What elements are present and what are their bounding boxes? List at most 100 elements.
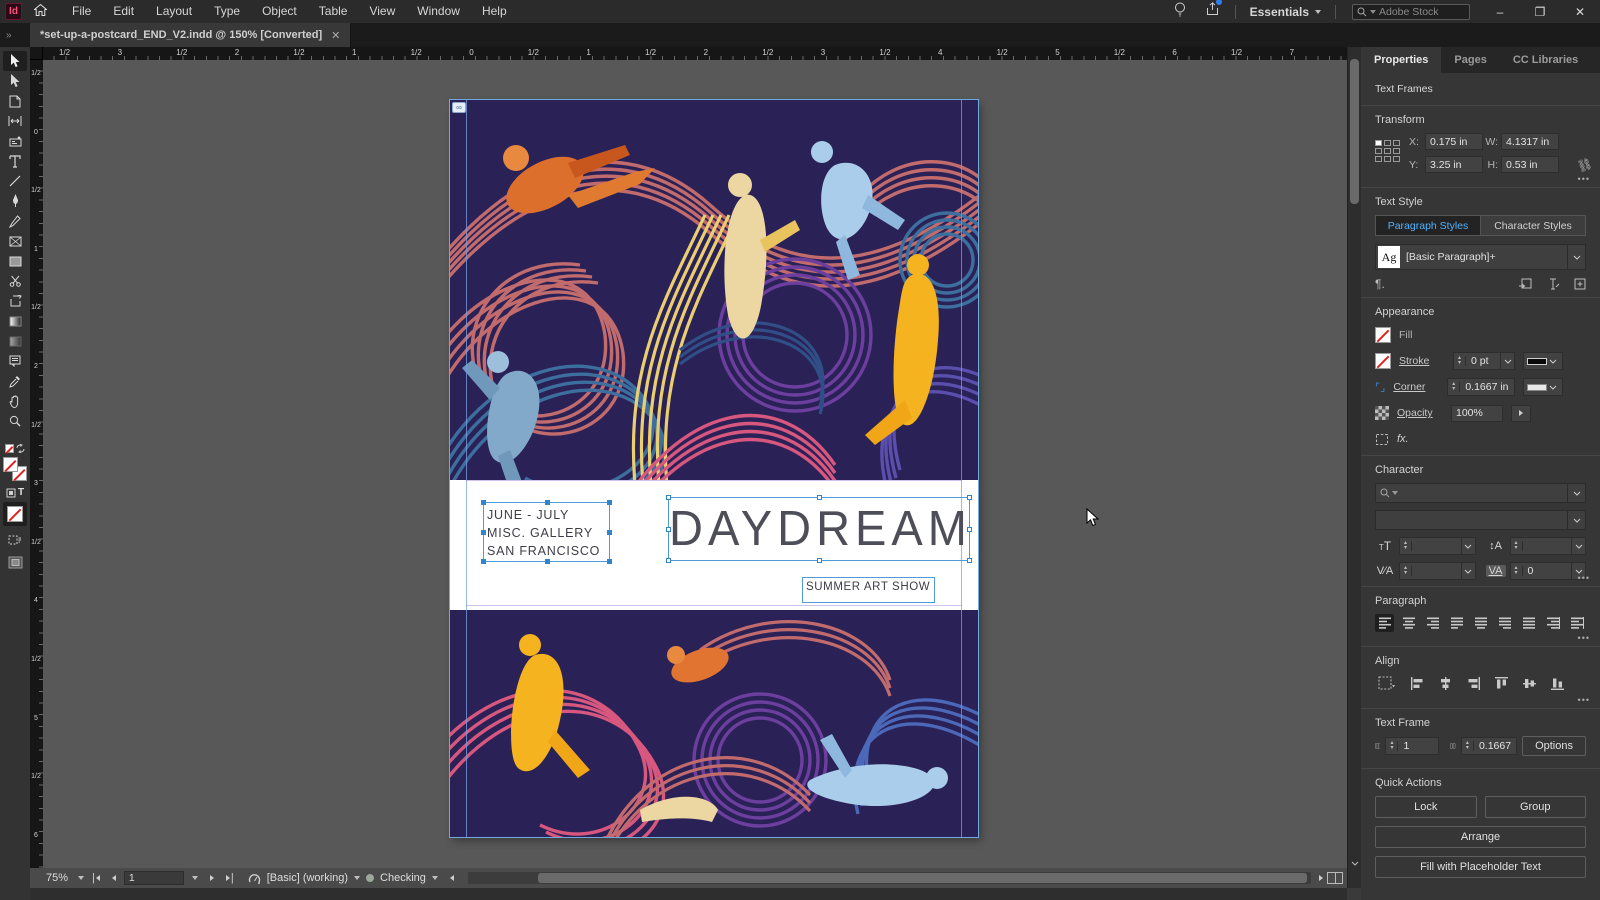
- pen-tool[interactable]: [3, 191, 27, 211]
- paragraph-align-away-spine-button[interactable]: [1567, 614, 1586, 632]
- paragraph-justify-right-button[interactable]: [1495, 614, 1514, 632]
- fill-swatch[interactable]: [3, 457, 18, 472]
- font-family-dropdown[interactable]: [1375, 483, 1586, 503]
- corner-radius-stepper[interactable]: ▴ ▾ 0.1667 in: [1447, 378, 1515, 396]
- selection-handle[interactable]: [607, 559, 612, 564]
- selection-handle[interactable]: [481, 530, 486, 535]
- selection-handle[interactable]: [544, 559, 550, 564]
- menu-item[interactable]: Layout: [145, 0, 203, 23]
- style-override-icon[interactable]: [1546, 278, 1560, 290]
- transform-more-options[interactable]: •••: [1578, 174, 1590, 184]
- h-field[interactable]: 0.53 in: [1501, 156, 1559, 173]
- tab-character-styles[interactable]: Character Styles: [1480, 216, 1585, 235]
- content-collector-tool[interactable]: [3, 131, 27, 151]
- scroll-left-icon[interactable]: [449, 875, 454, 881]
- screen-mode-button[interactable]: [3, 552, 27, 572]
- character-more-options[interactable]: •••: [1578, 573, 1590, 583]
- vertical-ruler[interactable]: 1/201/211/221/231/241/251/261/2: [30, 60, 43, 868]
- tracking-stepper[interactable]: ▴ ▾ 0: [1509, 562, 1586, 580]
- gradient-feather-tool[interactable]: [3, 331, 27, 351]
- align-more-options[interactable]: •••: [1578, 695, 1590, 705]
- last-page-button[interactable]: |: [222, 872, 238, 884]
- menu-item[interactable]: Window: [406, 0, 471, 23]
- postcard-page[interactable]: ∞ JUNE - JULY MISC. GALLERY SAN FRANCISC…: [449, 99, 979, 838]
- lock-button[interactable]: Lock: [1375, 796, 1477, 818]
- redefine-style-icon[interactable]: [1518, 278, 1532, 290]
- font-style-dropdown[interactable]: [1375, 510, 1586, 530]
- fill-color-swatch[interactable]: [1375, 327, 1391, 343]
- bottom-artwork-frame[interactable]: [450, 610, 978, 837]
- vertical-scrollbar[interactable]: [1347, 47, 1361, 888]
- paragraph-justify-left-button[interactable]: [1447, 614, 1466, 632]
- menu-item[interactable]: Table: [308, 0, 359, 23]
- spread-view-icon[interactable]: [1327, 872, 1343, 884]
- align-top-edges-button[interactable]: [1492, 674, 1511, 692]
- selection-handle[interactable]: [544, 500, 550, 505]
- selection-handle[interactable]: [967, 495, 972, 500]
- type-tool[interactable]: [3, 151, 27, 171]
- selection-handle[interactable]: [666, 558, 671, 563]
- arrange-button[interactable]: Arrange: [1375, 826, 1586, 848]
- selection-handle[interactable]: [817, 558, 822, 563]
- reference-point-proxy[interactable]: [1375, 140, 1400, 162]
- rectangle-tool[interactable]: [3, 251, 27, 271]
- tab-paragraph-styles[interactable]: Paragraph Styles: [1376, 216, 1480, 235]
- frame-edges-icon[interactable]: [3, 530, 27, 550]
- first-page-button[interactable]: |: [88, 872, 104, 884]
- menu-item[interactable]: Edit: [102, 0, 145, 23]
- swap-fill-stroke-icon[interactable]: [5, 444, 25, 453]
- top-artwork-frame[interactable]: [450, 100, 978, 480]
- text-frame-options-button[interactable]: Options: [1522, 736, 1586, 756]
- previous-page-button[interactable]: [108, 875, 120, 881]
- learn-lightbulb-icon[interactable]: [1174, 2, 1186, 22]
- panel-tab[interactable]: Properties: [1361, 47, 1442, 73]
- kerning-stepper[interactable]: ▴ ▾: [1399, 562, 1476, 580]
- paragraph-align-toward-spine-button[interactable]: [1543, 614, 1562, 632]
- zoom-tool[interactable]: [3, 411, 27, 431]
- fx-label[interactable]: fx.: [1397, 433, 1409, 445]
- workspace-switcher[interactable]: Essentials: [1242, 5, 1329, 19]
- document-tab[interactable]: *set-up-a-postcard_END_V2.indd @ 150% [C…: [30, 23, 352, 47]
- selection-handle[interactable]: [967, 558, 972, 563]
- horizontal-ruler[interactable]: 1/2 3 1/2 2 1/2 1 1/2 0 1/2 1 1/2 2 1/2 3 1/2 4 1/2 5 1/2 6…: [43, 47, 1347, 60]
- leading-stepper[interactable]: ▴ ▾: [1509, 537, 1586, 555]
- stroke-type-dropdown[interactable]: [1523, 352, 1563, 370]
- paragraph-align-center-button[interactable]: [1399, 614, 1418, 632]
- paragraph-align-left-button[interactable]: [1375, 614, 1394, 632]
- selection-handle[interactable]: [817, 495, 822, 500]
- fill-with-placeholder-button[interactable]: Fill with Placeholder Text: [1375, 856, 1586, 878]
- info-text-frame[interactable]: JUNE - JULY MISC. GALLERY SAN FRANCISCO: [481, 500, 612, 564]
- fill-stroke-proxy[interactable]: [3, 457, 27, 481]
- page-tool[interactable]: [3, 91, 27, 111]
- canvas-pasteboard[interactable]: ∞ JUNE - JULY MISC. GALLERY SAN FRANCISC…: [43, 60, 1347, 868]
- horizontal-scrollbar-thumb[interactable]: [537, 873, 1307, 883]
- home-icon[interactable]: [33, 3, 48, 21]
- selection-handle[interactable]: [666, 495, 671, 500]
- panel-tab[interactable]: Pages: [1441, 47, 1499, 73]
- minimize-button[interactable]: –: [1480, 0, 1520, 23]
- align-left-edges-button[interactable]: [1408, 674, 1427, 692]
- ruler-origin-corner[interactable]: [30, 47, 43, 60]
- opacity-field[interactable]: 100%: [1451, 404, 1503, 422]
- hand-tool[interactable]: [3, 391, 27, 411]
- preflight-controls[interactable]: [Basic] (working) Checking: [248, 872, 438, 884]
- opacity-expand-button[interactable]: [1511, 404, 1531, 422]
- horizontal-scrollbar[interactable]: [467, 872, 1311, 884]
- share-icon[interactable]: [1206, 0, 1222, 21]
- adobe-stock-search-input[interactable]: Adobe Stock: [1352, 3, 1470, 20]
- paragraph-justify-all-button[interactable]: [1519, 614, 1538, 632]
- stroke-weight-stepper[interactable]: ▴ ▾ 0 pt: [1453, 352, 1515, 370]
- apply-none-button[interactable]: [3, 502, 27, 526]
- page-list-chevron[interactable]: [188, 876, 202, 880]
- menu-item[interactable]: Object: [251, 0, 308, 23]
- selection-tool[interactable]: [3, 51, 27, 71]
- x-field[interactable]: 0.175 in: [1425, 133, 1483, 150]
- zoom-level-dropdown[interactable]: 75%: [46, 872, 85, 884]
- gradient-swatch-tool[interactable]: [3, 311, 27, 331]
- corner-shape-dropdown[interactable]: [1522, 378, 1563, 396]
- menu-item[interactable]: View: [358, 0, 406, 23]
- paragraph-style-dropdown[interactable]: Ag [Basic Paragraph]+: [1375, 244, 1586, 270]
- create-style-icon[interactable]: [1574, 278, 1586, 290]
- stroke-color-swatch[interactable]: [1375, 353, 1391, 369]
- y-field[interactable]: 3.25 in: [1425, 156, 1483, 173]
